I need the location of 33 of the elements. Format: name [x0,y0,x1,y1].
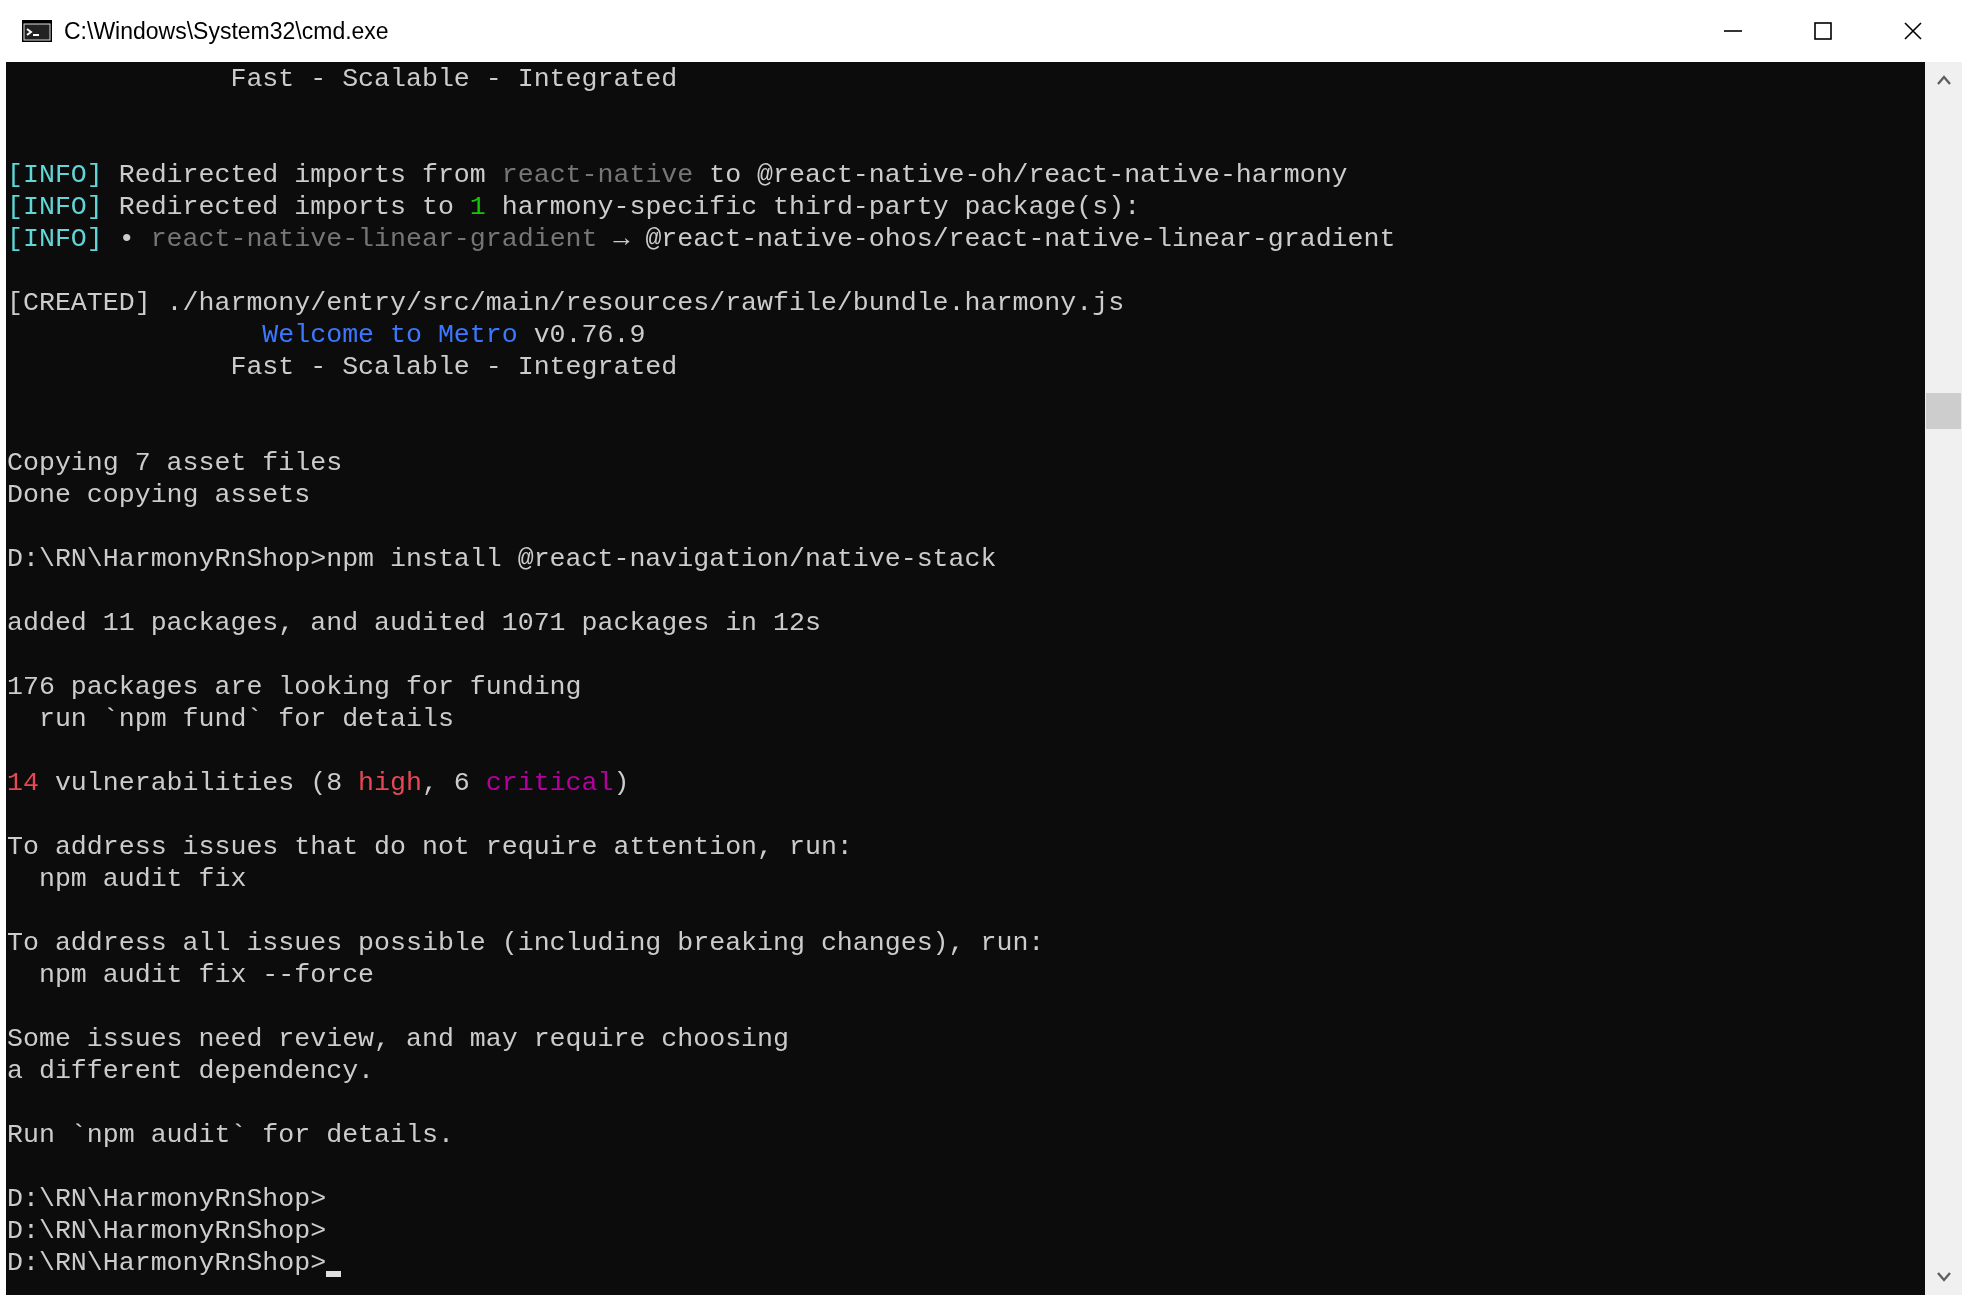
scroll-up-icon[interactable] [1935,74,1952,86]
console-line: [INFO] Redirected imports to 1 harmony-specific third-party package(s): [6,191,1141,223]
console-line: [INFO] Redirected imports from react-native to @react-native-oh/react-native-harmony [6,159,1348,191]
console-line: 176 packages are looking for funding [6,671,582,703]
console-line: Welcome to Metro v0.76.9 [261,319,646,351]
maximize-icon [1813,21,1833,41]
console-line: added 11 packages, and audited 1071 packages in 12s [6,607,821,639]
console-line: D:\RN\HarmonyRnShop> [6,1247,327,1279]
console-line: npm audit fix --force [37,959,375,991]
console-icon [22,20,52,42]
console-line: a different dependency. [6,1055,375,1087]
console-line: [CREATED] ./harmony/entry/src/main/resources/rawfile/bundle.harmony.js [6,287,1125,319]
console-line: npm audit fix [37,863,247,895]
console-line: Copying 7 asset files [6,447,343,479]
console-line: To address issues that do not require attention, run: [6,831,853,863]
console-line: run `npm fund` for details [37,703,454,735]
console-line: D:\RN\HarmonyRnShop> [6,1183,327,1215]
console-line: Run `npm audit` for details. [6,1119,454,1151]
console-line: Done copying assets [6,479,311,511]
console-line: [INFO] • react-native-linear-gradient → @react-native-ohos/react-native-linear-gradient [6,223,1396,255]
console-line: D:\RN\HarmonyRnShop> [6,1215,327,1247]
close-icon [1903,21,1923,41]
scroll-down-icon[interactable] [1935,1271,1952,1283]
console-line: D:\RN\HarmonyRnShop>npm install @react-navigation/native-stack [6,543,997,575]
console-line: To address all issues possible (including breaking changes), run: [6,927,1045,959]
window-title: C:\Windows\System32\cmd.exe [64,17,389,45]
console-line: Some issues need review, and may require choosing [6,1023,789,1055]
console-line: 14 vulnerabilities (8 high, 6 critical) [6,767,630,799]
console-line: Fast - Scalable - Integrated [229,351,678,383]
console-line: Fast - Scalable - Integrated [229,63,678,95]
scroll-thumb[interactable] [1926,393,1961,429]
minimize-icon [1724,30,1742,32]
scroll-bar[interactable] [1925,62,1962,1295]
